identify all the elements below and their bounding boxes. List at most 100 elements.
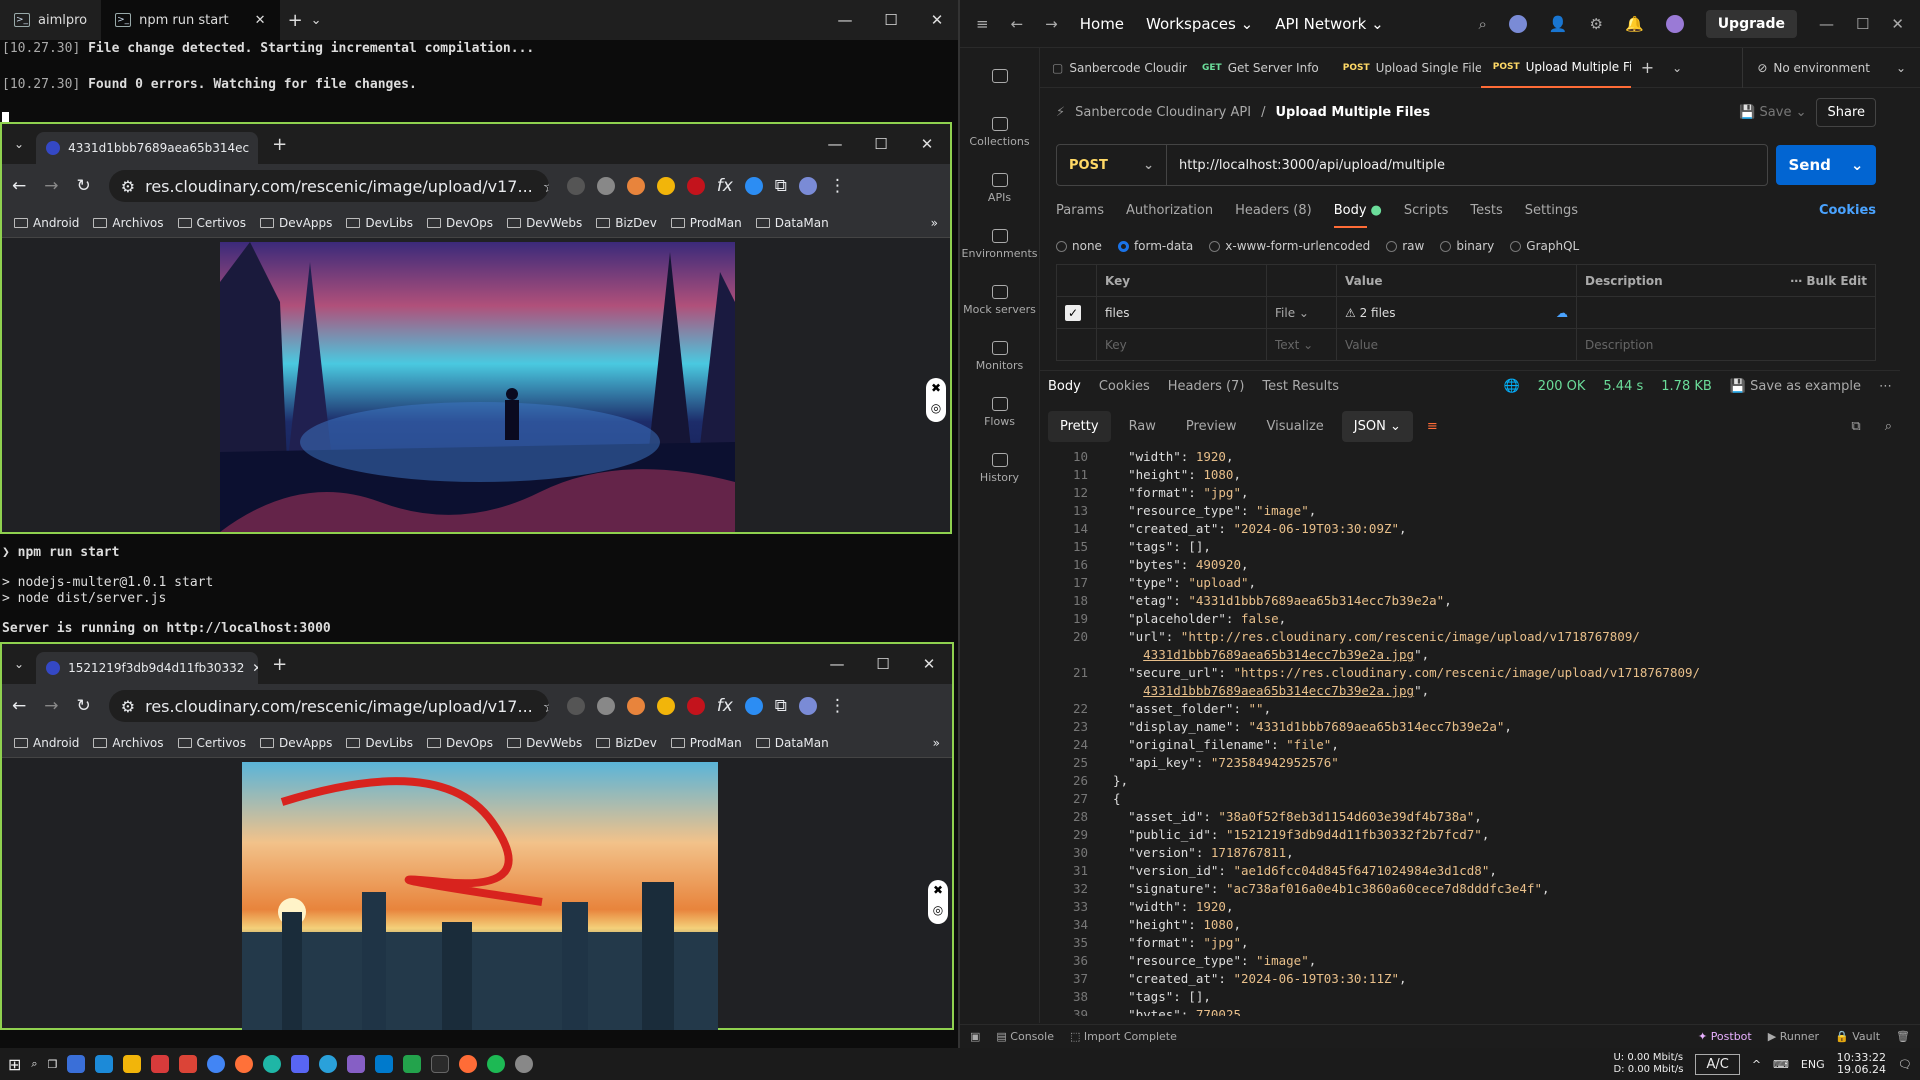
response-tab-body[interactable]: Body: [1048, 379, 1081, 394]
visual-studio-icon[interactable]: [347, 1055, 366, 1073]
cookies-link[interactable]: Cookies: [1819, 203, 1876, 218]
minimize-icon[interactable]: —: [814, 655, 860, 673]
bookmark-folder[interactable]: Certivos: [177, 216, 246, 230]
extension-icon[interactable]: [656, 177, 675, 195]
address-bar[interactable]: ⚙ res.cloudinary.com/rescenic/image/uploa…: [108, 690, 549, 722]
bookmark-folder[interactable]: DevLibs: [346, 736, 413, 750]
maximize-icon[interactable]: ☐: [858, 135, 904, 153]
request-tab[interactable]: ▢ Sanbercode Cloudir: [1040, 48, 1190, 88]
windows-start-icon[interactable]: ⊞: [8, 1055, 21, 1074]
forward-icon[interactable]: →: [44, 696, 58, 716]
nav-api-network[interactable]: API Network ⌄: [1275, 15, 1383, 33]
postbot-button[interactable]: ✦ Postbot: [1698, 1030, 1752, 1043]
save-example-button[interactable]: 💾 Save as example: [1730, 379, 1861, 394]
nav-home[interactable]: Home: [1080, 15, 1124, 33]
format-select[interactable]: JSON ⌄: [1341, 410, 1413, 442]
wrap-icon[interactable]: ≡: [1419, 419, 1446, 434]
maximize-icon[interactable]: ☐: [1856, 15, 1869, 33]
checkbox[interactable]: ✓: [1065, 304, 1081, 321]
upload-icon[interactable]: ☁: [1556, 306, 1568, 320]
bookmark-folder[interactable]: DataMan: [755, 216, 829, 230]
bookmark-folder[interactable]: DevWebs: [507, 216, 582, 230]
minimize-icon[interactable]: —: [1819, 15, 1834, 33]
method-select[interactable]: POST ⌄: [1057, 145, 1167, 185]
type-select[interactable]: Text ⌄: [1266, 328, 1337, 361]
language-indicator[interactable]: ENG: [1801, 1058, 1825, 1071]
chevron-right-icon[interactable]: »: [931, 216, 938, 230]
request-tab[interactable]: POST Upload Multiple Fi: [1480, 48, 1631, 88]
minimize-icon[interactable]: —: [822, 11, 868, 29]
save-button[interactable]: 💾 Save ⌄: [1739, 105, 1806, 120]
new-tab-icon[interactable]: +: [258, 654, 301, 675]
environment-select[interactable]: ⊘ No environment ⌄: [1742, 47, 1920, 88]
row-value[interactable]: ⚠ 2 files ☁: [1336, 296, 1577, 329]
row-key[interactable]: files: [1096, 296, 1267, 329]
extension-icon[interactable]: [744, 177, 763, 195]
team-icon[interactable]: [960, 48, 1039, 104]
bookmark-folder[interactable]: Android: [14, 736, 79, 750]
forward-icon[interactable]: →: [1045, 15, 1058, 33]
extension-icon[interactable]: [596, 697, 615, 715]
back-icon[interactable]: ←: [12, 176, 26, 196]
view-visualize[interactable]: Visualize: [1255, 411, 1336, 442]
formula-icon[interactable]: fx: [717, 696, 733, 716]
new-tab-icon[interactable]: +: [258, 134, 301, 155]
request-subtab[interactable]: Params: [1056, 203, 1104, 218]
rail-item-history[interactable]: History: [960, 440, 1039, 496]
browser-tab[interactable]: 4331d1bbb7689aea65b314ec✕: [36, 132, 259, 164]
rail-item-flows[interactable]: Flows: [960, 384, 1039, 440]
clock[interactable]: 10:33:22 19.06.24: [1837, 1052, 1886, 1076]
bookmark-folder[interactable]: Archivos: [93, 216, 164, 230]
browser-tab[interactable]: 1521219f3db9d4d11fb30332 ✕: [36, 652, 259, 684]
view-raw[interactable]: Raw: [1117, 411, 1168, 442]
extension-icon[interactable]: [566, 697, 585, 715]
bookmark-folder[interactable]: DevOps: [427, 736, 493, 750]
bookmark-folder[interactable]: BizDev: [596, 736, 657, 750]
request-subtab[interactable]: Scripts: [1404, 203, 1448, 218]
keyboard-icon[interactable]: ⌨: [1773, 1058, 1789, 1071]
bell-icon[interactable]: 🔔: [1625, 15, 1644, 33]
close-icon[interactable]: ✕: [255, 13, 266, 28]
bookmark-folder[interactable]: DevLibs: [346, 216, 413, 230]
response-tab-headers[interactable]: Headers (7): [1168, 379, 1245, 394]
new-tab-icon[interactable]: +: [1631, 58, 1664, 77]
terminal-tab-npm[interactable]: >_ npm run start ✕: [101, 0, 280, 40]
chrome-icon[interactable]: [207, 1055, 226, 1073]
radio-x-www-form-urlencoded[interactable]: x-www-form-urlencoded: [1209, 239, 1370, 253]
vscode-icon[interactable]: [375, 1055, 394, 1073]
request-subtab[interactable]: Settings: [1525, 203, 1578, 218]
reload-icon[interactable]: ↻: [77, 176, 91, 196]
bookmark-folder[interactable]: DevApps: [259, 736, 332, 750]
extension-icon[interactable]: [656, 697, 675, 715]
radio-raw[interactable]: raw: [1386, 239, 1424, 253]
menu-icon[interactable]: ⋮: [829, 696, 846, 716]
app-icon[interactable]: [67, 1055, 86, 1073]
extension-icon[interactable]: [744, 697, 763, 715]
bulk-edit-button[interactable]: Bulk Edit: [1806, 274, 1867, 288]
radio-form-data[interactable]: form-data: [1117, 239, 1193, 253]
radio-binary[interactable]: binary: [1440, 239, 1494, 253]
view-preview[interactable]: Preview: [1174, 411, 1249, 442]
url-input[interactable]: http://localhost:3000/api/upload/multipl…: [1167, 158, 1445, 173]
chevron-up-icon[interactable]: ^: [1752, 1058, 1761, 1071]
site-info-icon[interactable]: ⚙: [121, 177, 135, 196]
back-icon[interactable]: ←: [1011, 15, 1024, 33]
vault-button[interactable]: 🔒 Vault: [1835, 1030, 1880, 1043]
rail-item-monitors[interactable]: Monitors: [960, 328, 1039, 384]
hamburger-icon[interactable]: ≡: [976, 15, 989, 33]
new-tab-icon[interactable]: +: [280, 10, 311, 31]
notification-icon[interactable]: 🗨: [1898, 1058, 1912, 1071]
bookmark-folder[interactable]: DataMan: [755, 736, 829, 750]
request-tab[interactable]: POST Upload Single File: [1331, 48, 1481, 88]
app-icon[interactable]: [151, 1055, 170, 1073]
side-widget[interactable]: ✖ ◎: [926, 378, 946, 422]
extension-icon[interactable]: [596, 177, 615, 195]
gear-icon[interactable]: ⚙: [1590, 15, 1603, 33]
send-button[interactable]: Send ⌄: [1776, 145, 1876, 185]
discord-icon[interactable]: [291, 1055, 310, 1073]
terminal-icon[interactable]: [431, 1055, 450, 1073]
import-status[interactable]: ⬚ Import Complete: [1070, 1030, 1177, 1043]
extension-icon[interactable]: [626, 177, 645, 195]
copy-icon[interactable]: ⧉: [1851, 419, 1860, 434]
app-icon[interactable]: [179, 1055, 198, 1073]
